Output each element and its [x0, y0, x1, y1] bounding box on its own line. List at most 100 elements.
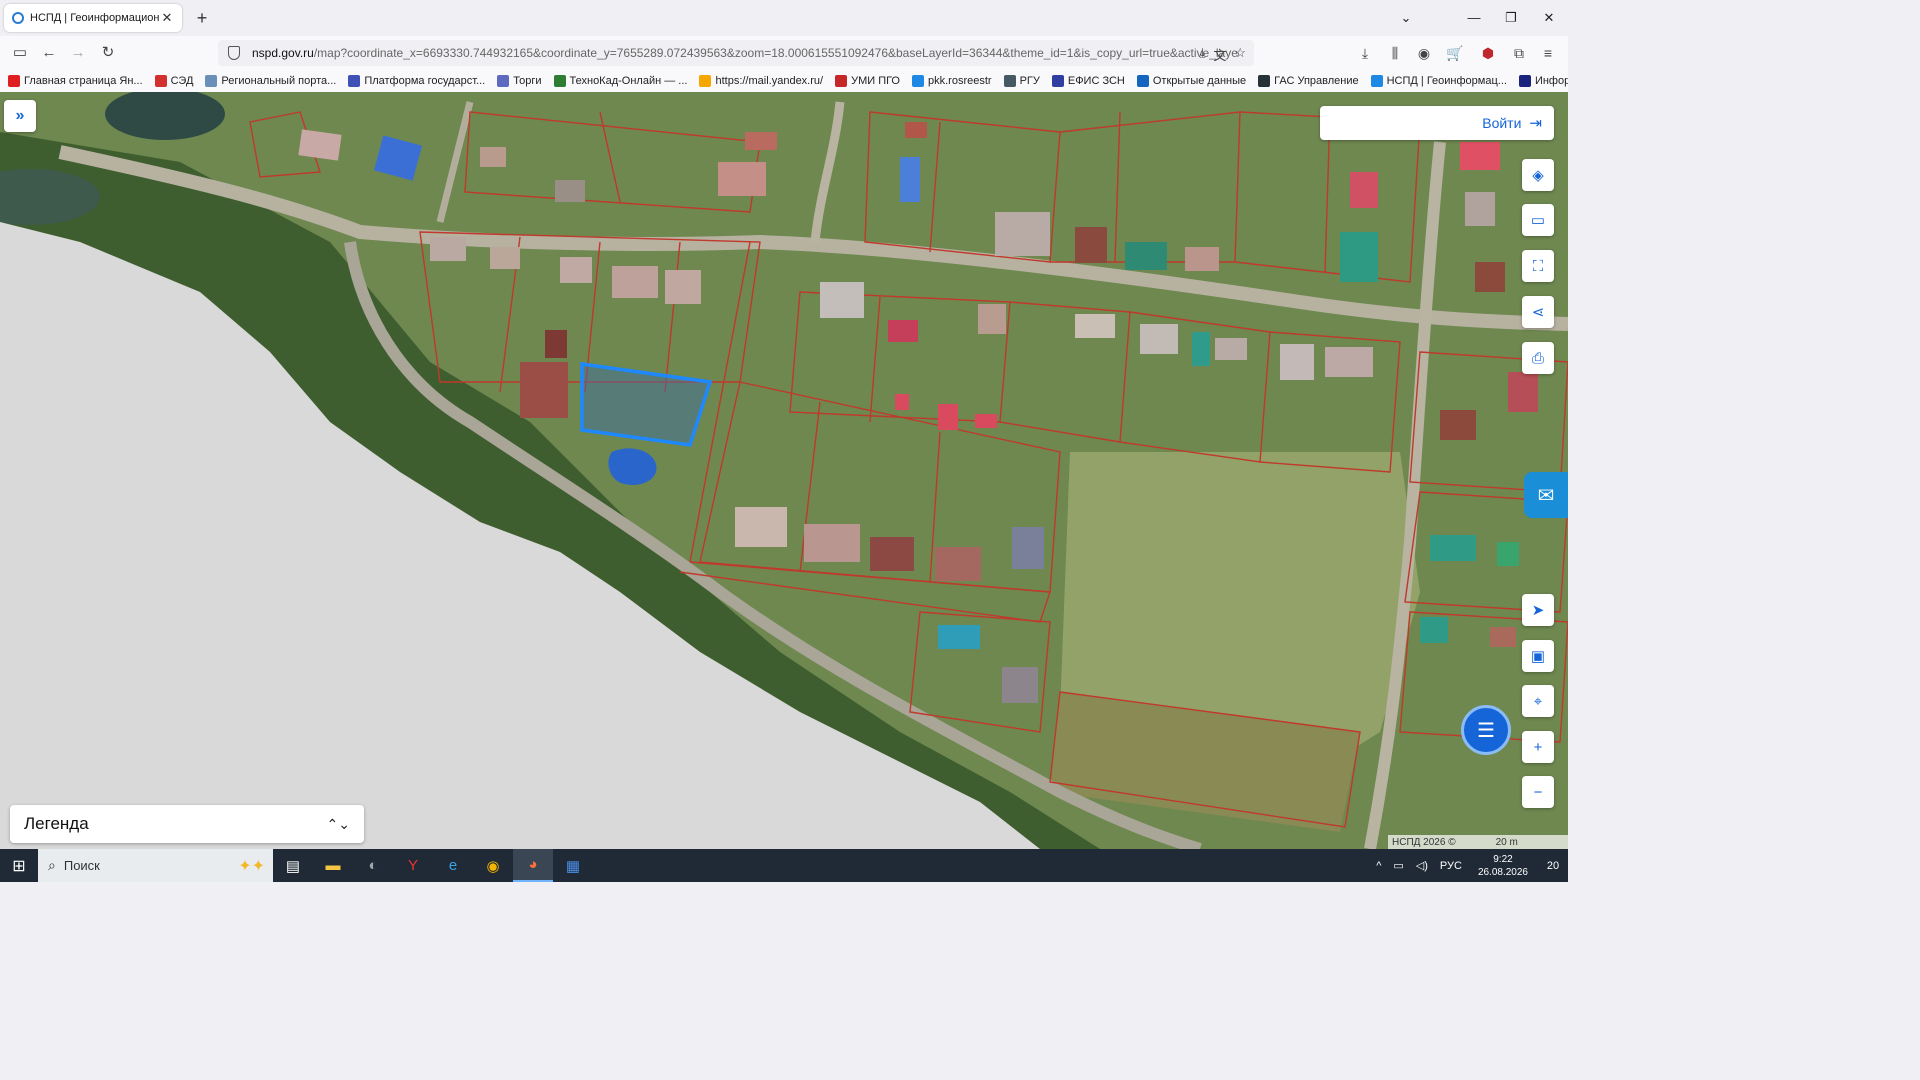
document-icon[interactable]: ▦	[553, 849, 593, 882]
gosuslugi-feedback-button[interactable]: ✉	[1524, 472, 1568, 518]
scale-bar: 20 m	[1495, 836, 1518, 848]
map-viewport[interactable]: » Войти ⇥ ◈ ▭ ⛶ ⋖ ⎙ ✉ ➤ ▣ ⌖ + − ☰ Легенд…	[0, 92, 1568, 849]
internet-explorer-icon[interactable]: e	[433, 849, 473, 882]
bookmark-favicon-icon	[8, 75, 20, 87]
bookmark-favicon-icon	[912, 75, 924, 87]
url-host: nspd.gov.ru	[252, 46, 314, 60]
minimize-icon[interactable]: —	[1462, 6, 1486, 30]
bookmark-item[interactable]: Информация о граж...	[1518, 75, 1568, 87]
bookmark-item[interactable]: Открытые данные	[1136, 75, 1246, 87]
tray-chevron-icon[interactable]: ^	[1376, 860, 1381, 872]
bookmark-label: ГАС Управление	[1274, 75, 1359, 87]
measure-button[interactable]: ▭	[1522, 204, 1554, 236]
bookmark-favicon-icon	[1370, 75, 1383, 87]
bookmark-item[interactable]: Главная страница Ян...	[8, 75, 143, 87]
bookmark-favicon-icon	[1003, 75, 1016, 87]
downloads-icon[interactable]: ⤓	[1354, 42, 1376, 64]
bookmark-item[interactable]: pkk.rosreestr	[912, 75, 992, 87]
network-icon[interactable]: ▭	[1393, 859, 1403, 872]
address-bar[interactable]: nspd.gov.ru /map?coordinate_x=6693330.74…	[218, 40, 1254, 66]
bookmark-favicon-icon	[348, 75, 361, 87]
bookmark-item[interactable]: ТехноКад-Онлайн — ...	[553, 75, 688, 87]
bookmark-item[interactable]: НСПД | Геоинформац...	[1370, 75, 1507, 87]
windows-taskbar: ⊞ ⌕ Поиск ✦✦ ▤ ▬ ◐ Y e ◉ ◕ ▦ ^ ▭ ◁) РУС …	[0, 849, 1568, 882]
minimap-button[interactable]: ▣	[1522, 640, 1554, 672]
bookmark-item[interactable]: Региональный порта...	[205, 75, 336, 87]
bookmark-item[interactable]: ЕФИС ЗСН	[1051, 75, 1125, 87]
close-tab-icon[interactable]: ✕	[160, 10, 174, 26]
bookmark-item[interactable]: Платформа государст...	[348, 75, 485, 87]
forward-icon[interactable]: →	[66, 41, 90, 65]
location-search-icon: ⌖	[1533, 692, 1543, 710]
satellite-map[interactable]	[0, 92, 1568, 849]
tab-title: НСПД | Геоинформационный	[30, 12, 160, 24]
bookmark-favicon-icon	[154, 75, 167, 87]
select-area-button[interactable]: ⛶	[1522, 250, 1554, 282]
bookmark-item[interactable]: ГАС Управление	[1258, 75, 1359, 87]
minus-icon: −	[1533, 783, 1543, 801]
restore-icon[interactable]: ❐	[1499, 6, 1523, 30]
zoom-in-button[interactable]: +	[1522, 731, 1554, 763]
extensions-icon[interactable]: ⧉	[1508, 42, 1530, 64]
bookmark-item[interactable]: https://mail.yandex.ru/	[699, 75, 823, 87]
bookmark-item[interactable]: Торги	[497, 75, 542, 87]
translate-icon[interactable]: 文	[1213, 45, 1226, 64]
system-tray: ^ ▭ ◁) РУС 9:22 26.08.2026 20	[1370, 849, 1568, 882]
bookmark-label: Региональный порта...	[221, 75, 337, 87]
taskbar-search[interactable]: ⌕ Поиск ✦✦	[38, 849, 273, 882]
yandex-browser-icon[interactable]: Y	[393, 849, 433, 882]
library-icon[interactable]: ⫼	[1384, 42, 1406, 64]
locate-button[interactable]: ➤	[1522, 594, 1554, 626]
back-icon[interactable]: ←	[37, 41, 61, 65]
volume-icon[interactable]: ◁)	[1416, 859, 1428, 872]
expand-panel-button[interactable]: »	[4, 100, 36, 132]
app-icon[interactable]: ◐	[353, 849, 393, 882]
chrome-icon[interactable]: ◉	[473, 849, 513, 882]
windows-start-icon[interactable]: ⊞	[0, 849, 38, 882]
clock[interactable]: 9:22 26.08.2026	[1478, 853, 1528, 879]
bookmark-item[interactable]: СЭД	[154, 75, 193, 87]
bookmark-label: Торги	[513, 75, 542, 87]
task-view-icon[interactable]: ▤	[273, 849, 313, 882]
firefox-icon[interactable]: ◕	[513, 849, 553, 882]
bookmark-label: ТехноКад-Онлайн — ...	[569, 75, 688, 87]
adblock-icon[interactable]: ⬢	[1477, 42, 1499, 64]
chat-button[interactable]: ☰	[1461, 705, 1511, 755]
reload-icon[interactable]: ↻	[96, 41, 120, 65]
login-button[interactable]: Войти ⇥	[1320, 106, 1554, 140]
bookmark-item[interactable]: РГУ	[1003, 75, 1040, 87]
bookmark-label: НСПД | Геоинформац...	[1386, 75, 1507, 87]
login-label: Войти	[1482, 115, 1522, 131]
search-label: Поиск	[63, 858, 100, 873]
bookmark-favicon-icon	[1258, 75, 1271, 87]
notifications-icon[interactable]: 20	[1538, 849, 1568, 882]
language-indicator[interactable]: РУС	[1440, 860, 1462, 872]
menu-icon[interactable]: ≡	[1537, 42, 1559, 64]
close-window-icon[interactable]: ✕	[1537, 6, 1561, 30]
bookmark-item[interactable]: УМИ ПГО	[835, 75, 900, 87]
bookmark-star-icon[interactable]: ☆	[1234, 45, 1246, 64]
layers-button[interactable]: ◈	[1522, 159, 1554, 191]
browser-tab[interactable]: НСПД | Геоинформационный ✕	[4, 4, 182, 32]
share-button[interactable]: ⋖	[1522, 296, 1554, 328]
bookmark-favicon-icon	[1051, 75, 1064, 87]
zoom-out-button[interactable]: −	[1522, 776, 1554, 808]
sidebar-icon[interactable]: ▭	[8, 41, 32, 65]
account-icon[interactable]: ◉	[1413, 42, 1435, 64]
map-attribution: НСПД 2026 © 20 m	[1388, 835, 1568, 849]
bookmark-label: ЕФИС ЗСН	[1067, 75, 1125, 87]
search-icon: ⌕	[48, 857, 56, 873]
cart-icon[interactable]: 🛒	[1444, 42, 1466, 64]
print-button[interactable]: ⎙	[1522, 342, 1554, 374]
new-tab-button[interactable]: +	[192, 8, 212, 28]
bookmarks-bar: Главная страница Ян... СЭД Региональный по…	[0, 70, 1568, 92]
tab-list-chevron-icon[interactable]: ⌄	[1394, 6, 1418, 30]
bookmark-favicon-icon	[835, 75, 848, 87]
login-icon: ⇥	[1529, 115, 1542, 132]
print-icon: ⎙	[1531, 349, 1544, 367]
file-explorer-icon[interactable]: ▬	[313, 849, 353, 882]
expand-collapse-icon[interactable]: ⌃⌄	[327, 816, 350, 833]
save-page-icon[interactable]: ⤓	[1200, 45, 1206, 64]
legend-panel[interactable]: Легенда ⌃⌄	[10, 805, 364, 843]
search-location-button[interactable]: ⌖	[1522, 685, 1554, 717]
